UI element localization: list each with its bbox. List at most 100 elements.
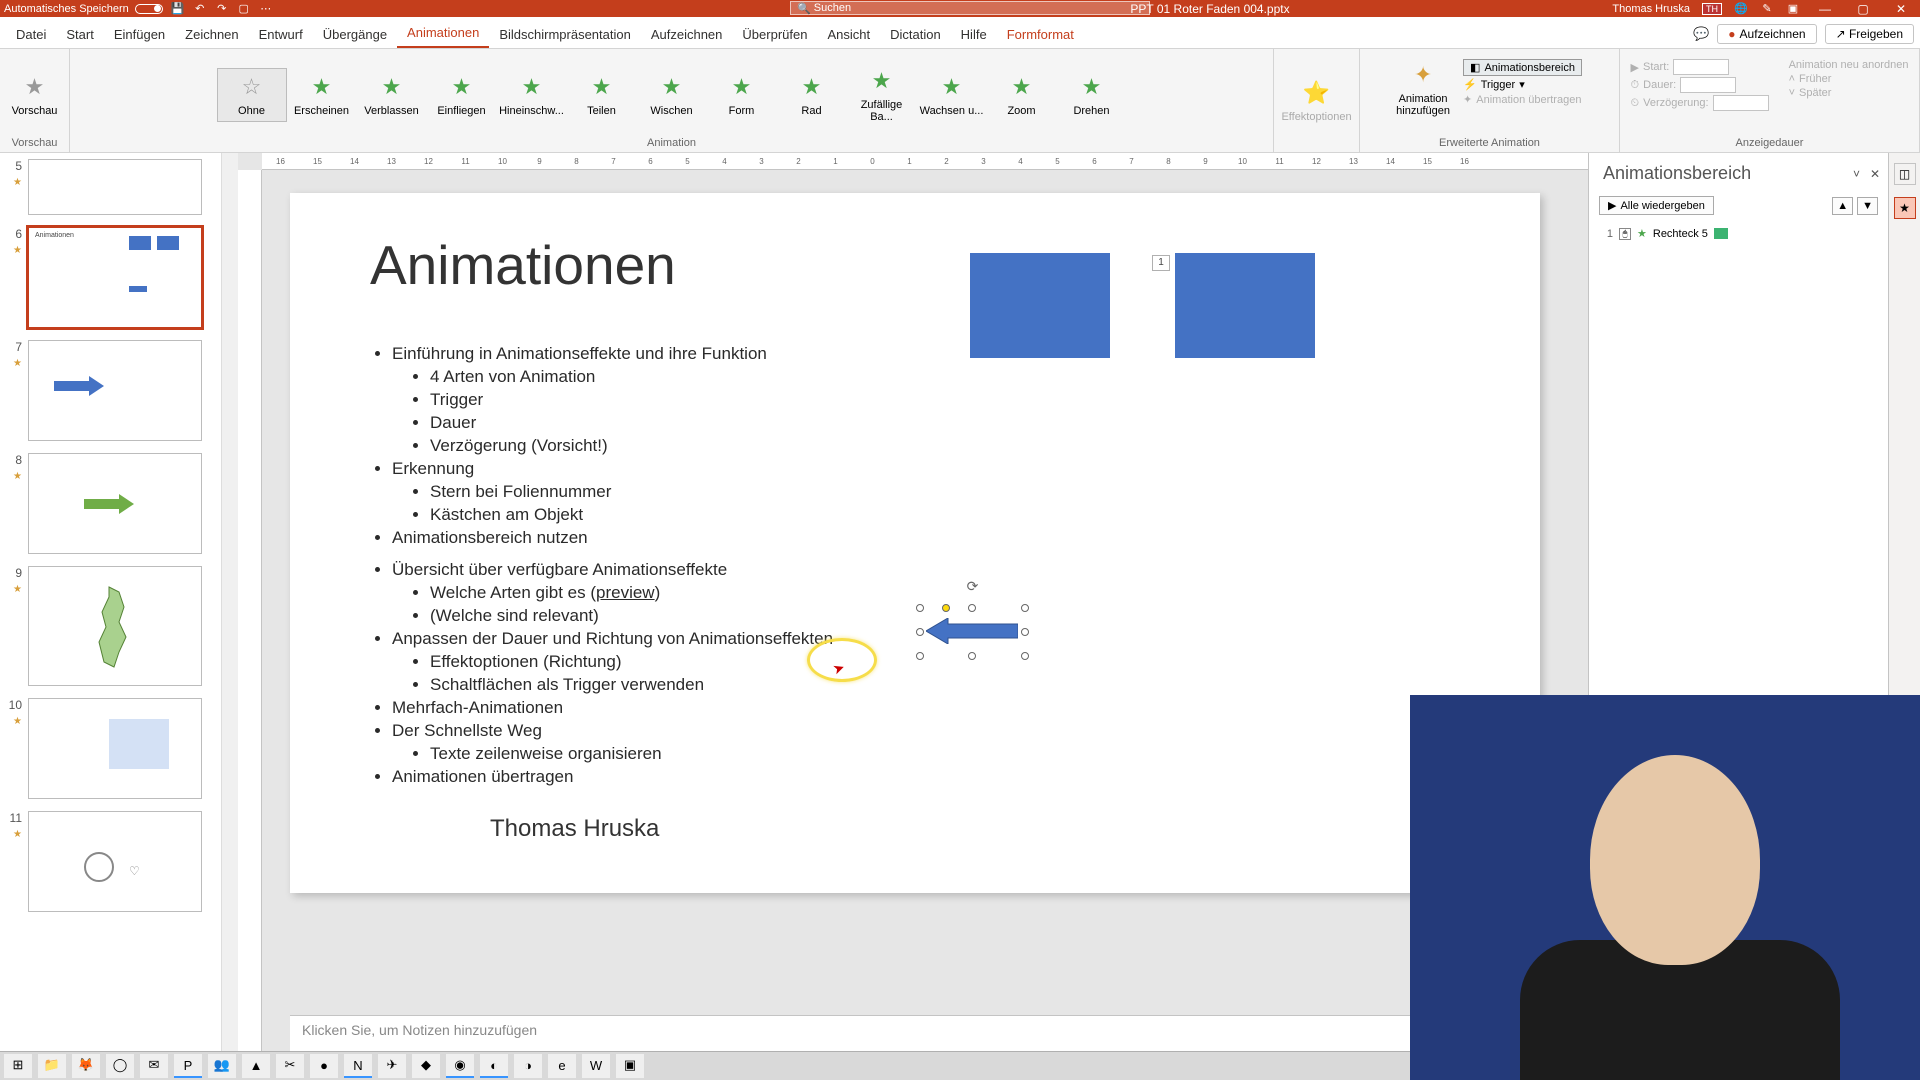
record-button[interactable]: Aufzeichnen	[1717, 24, 1816, 44]
slide-thumb-6[interactable]: Animationen	[28, 227, 202, 328]
anim-wachsen[interactable]: ★Wachsen u...	[917, 69, 987, 121]
anim-wischen[interactable]: ★Wischen	[637, 69, 707, 121]
anim-ohne[interactable]: ☆Ohne	[217, 68, 287, 122]
adjust-handle[interactable]	[942, 604, 950, 612]
add-animation-button[interactable]: ✦ Animation hinzufügen	[1393, 57, 1453, 121]
designer-icon[interactable]: ◫	[1894, 163, 1916, 185]
tab-dictation[interactable]: Dictation	[880, 23, 951, 48]
slide-thumb-5[interactable]	[28, 159, 202, 215]
resize-handle[interactable]	[1021, 652, 1029, 660]
app-icon-3[interactable]: ◑	[514, 1054, 542, 1078]
vlc-icon[interactable]: ▲	[242, 1054, 270, 1078]
undo-icon[interactable]: ↶	[193, 2, 207, 16]
share-button[interactable]: ↗ Freigeben	[1825, 24, 1914, 44]
anim-form[interactable]: ★Form	[707, 69, 777, 121]
shape-rectangle-right[interactable]	[1175, 253, 1315, 358]
rotation-handle-icon[interactable]: ⟳	[967, 578, 979, 595]
anim-zufallsbalken[interactable]: ★Zufällige Ba...	[847, 63, 917, 127]
app-icon-1[interactable]: ◆	[412, 1054, 440, 1078]
edge-icon[interactable]: e	[548, 1054, 576, 1078]
anim-zoom[interactable]: ★Zoom	[987, 69, 1057, 121]
tab-entwurf[interactable]: Entwurf	[249, 23, 313, 48]
resize-handle[interactable]	[916, 628, 924, 636]
animation-list-item[interactable]: 1 🖱 ★ Rechteck 5	[1599, 225, 1878, 242]
pencil-icon[interactable]: ✎	[1760, 2, 1774, 16]
move-up-button[interactable]: ▲	[1832, 197, 1853, 215]
teams-icon[interactable]: 👥	[208, 1054, 236, 1078]
onenote-icon[interactable]: N	[344, 1054, 372, 1078]
user-name[interactable]: Thomas Hruska	[1612, 3, 1690, 15]
tab-animationen[interactable]: Animationen	[397, 21, 489, 48]
tab-start[interactable]: Start	[56, 23, 103, 48]
start-menu-icon[interactable]: ⊞	[4, 1054, 32, 1078]
globe-icon[interactable]: 🌐	[1734, 2, 1748, 16]
slide-content-text[interactable]: Einführung in Animationseffekte und ihre…	[370, 343, 833, 789]
animation-pane-icon[interactable]: ★	[1894, 197, 1916, 219]
slide-author-text[interactable]: Thomas Hruska	[490, 815, 659, 843]
tab-ueberpruefen[interactable]: Überprüfen	[732, 23, 817, 48]
tab-hilfe[interactable]: Hilfe	[951, 23, 997, 48]
close-button[interactable]: ✕	[1888, 2, 1914, 16]
resize-handle[interactable]	[968, 652, 976, 660]
comments-icon[interactable]: 💬	[1693, 26, 1709, 42]
outlook-icon[interactable]: ✉	[140, 1054, 168, 1078]
anim-verblassen[interactable]: ★Verblassen	[357, 69, 427, 121]
file-explorer-icon[interactable]: 📁	[38, 1054, 66, 1078]
slide-thumb-11[interactable]: ♡	[28, 811, 202, 912]
pane-collapse-icon[interactable]: ˅	[1853, 167, 1860, 181]
start-show-icon[interactable]: ▢	[237, 2, 251, 16]
tab-uebergaenge[interactable]: Übergänge	[313, 23, 397, 48]
thumbnails-scrollbar[interactable]	[221, 153, 238, 1051]
preview-button[interactable]: ★ Vorschau	[5, 69, 65, 121]
slide-thumb-9[interactable]	[28, 566, 202, 686]
anim-rad[interactable]: ★Rad	[777, 69, 847, 121]
search-box[interactable]: 🔍 Suchen	[790, 1, 1150, 15]
app-icon-4[interactable]: ▣	[616, 1054, 644, 1078]
maximize-button[interactable]: ▢	[1850, 2, 1876, 16]
chrome-icon[interactable]: ◯	[106, 1054, 134, 1078]
anim-drehen[interactable]: ★Drehen	[1057, 69, 1127, 121]
slide-title-text[interactable]: Animationen	[370, 233, 676, 297]
animation-tag-1[interactable]: 1	[1152, 255, 1170, 271]
selected-arrow-shape[interactable]: ⟳	[920, 608, 1025, 656]
telegram-icon[interactable]: ✈	[378, 1054, 406, 1078]
animation-gallery[interactable]: ☆Ohne ★Erscheinen ★Verblassen ★Einfliege…	[76, 53, 1267, 137]
todoist-icon[interactable]: ●	[310, 1054, 338, 1078]
pane-close-icon[interactable]: ✕	[1870, 167, 1880, 181]
firefox-icon[interactable]: 🦊	[72, 1054, 100, 1078]
obs-icon[interactable]: ◉	[446, 1054, 474, 1078]
play-all-button[interactable]: ▶ Alle wiedergeben	[1599, 196, 1714, 215]
slide-thumb-10[interactable]	[28, 698, 202, 799]
shape-rectangle-left[interactable]	[970, 253, 1110, 358]
autosave-toggle[interactable]: Automatisches Speichern	[4, 3, 163, 15]
anim-erscheinen[interactable]: ★Erscheinen	[287, 69, 357, 121]
resize-handle[interactable]	[1021, 628, 1029, 636]
anim-hineinschweben[interactable]: ★Hineinschw...	[497, 69, 567, 121]
snip-icon[interactable]: ✂	[276, 1054, 304, 1078]
tab-ansicht[interactable]: Ansicht	[817, 23, 880, 48]
resize-handle[interactable]	[916, 604, 924, 612]
tab-einfuegen[interactable]: Einfügen	[104, 23, 175, 48]
tab-bildschirmpraesentation[interactable]: Bildschirmpräsentation	[489, 23, 641, 48]
tab-datei[interactable]: Datei	[6, 23, 56, 48]
redo-icon[interactable]: ↷	[215, 2, 229, 16]
more-icon[interactable]: ⋯	[259, 2, 273, 16]
slide-canvas[interactable]: Animationen Einführung in Animationseffe…	[290, 193, 1540, 893]
resize-handle[interactable]	[968, 604, 976, 612]
tab-aufzeichnen[interactable]: Aufzeichnen	[641, 23, 733, 48]
anim-teilen[interactable]: ★Teilen	[567, 69, 637, 121]
trigger-button[interactable]: ⚡ Trigger ▾	[1463, 78, 1582, 91]
word-icon[interactable]: W	[582, 1054, 610, 1078]
slide-thumb-7[interactable]	[28, 340, 202, 441]
resize-handle[interactable]	[1021, 604, 1029, 612]
window-icon[interactable]: ▣	[1786, 2, 1800, 16]
notes-panel[interactable]: Klicken Sie, um Notizen hinzuzufügen	[290, 1015, 1588, 1051]
move-down-button[interactable]: ▼	[1857, 197, 1878, 215]
animation-pane-toggle[interactable]: ◧ Animationsbereich	[1463, 59, 1582, 76]
save-icon[interactable]: 💾	[171, 2, 185, 16]
minimize-button[interactable]: —	[1812, 2, 1838, 16]
powerpoint-icon[interactable]: P	[174, 1054, 202, 1078]
anim-einfliegen[interactable]: ★Einfliegen	[427, 69, 497, 121]
resize-handle[interactable]	[916, 652, 924, 660]
slide-thumb-8[interactable]	[28, 453, 202, 554]
